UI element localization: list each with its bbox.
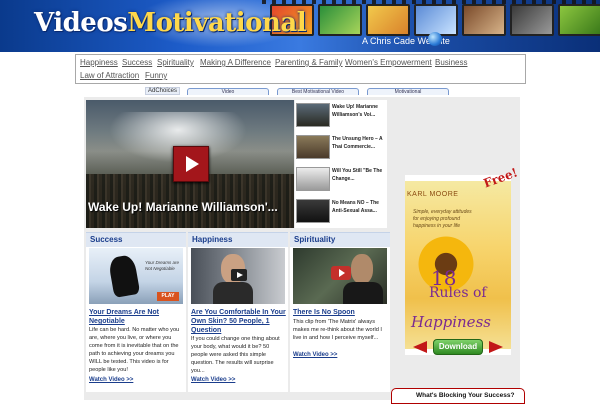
nav-link-funny[interactable]: Funny bbox=[145, 71, 167, 80]
video-title-link[interactable]: Your Dreams Are Not Negotiable bbox=[89, 308, 185, 326]
play-button[interactable] bbox=[173, 146, 209, 182]
nav-link-spirituality[interactable]: Spirituality bbox=[157, 58, 194, 67]
video-thumbnail[interactable] bbox=[293, 248, 387, 304]
book-title-end: Happiness bbox=[411, 313, 491, 331]
ad-tab-video[interactable]: Video bbox=[187, 88, 269, 95]
film-frame-3 bbox=[366, 4, 410, 36]
film-frame-7 bbox=[558, 4, 600, 36]
featured-list-item-title: No Means NO – The Anti-Sexual Assa... bbox=[332, 200, 379, 214]
video-title-link[interactable]: There Is No Spoon bbox=[293, 308, 389, 317]
person-face bbox=[351, 254, 373, 284]
category-nav: Happiness Success Spirituality Making A … bbox=[75, 54, 526, 84]
arrow-right-icon bbox=[489, 341, 503, 353]
video-thumbnail[interactable]: Your Dreams are Not Negotiable PLAY bbox=[89, 248, 183, 304]
download-button[interactable]: Download bbox=[433, 339, 483, 355]
blocking-success-title: What's Blocking Your Success? bbox=[416, 392, 515, 399]
video-thumbnail bbox=[296, 135, 330, 159]
video-thumbnail bbox=[296, 103, 330, 127]
person-body bbox=[213, 282, 253, 304]
book-cover: KARL MOORE Simple, everyday attitudes fo… bbox=[405, 181, 511, 349]
featured-list-item-title: Wake Up! Marianne Williamson's Voi... bbox=[332, 104, 378, 118]
category-title: Success bbox=[90, 235, 123, 244]
watch-video-link[interactable]: Watch Video >> bbox=[89, 377, 133, 383]
video-description: If you could change one thing about your… bbox=[191, 336, 280, 374]
play-icon bbox=[339, 269, 345, 277]
site-banner: VideosMotivational A Chris Cade Website bbox=[0, 0, 600, 52]
category-header[interactable]: Spirituality bbox=[290, 232, 390, 247]
play-badge[interactable]: PLAY bbox=[157, 292, 179, 301]
logo-word-videos: Videos bbox=[34, 8, 128, 38]
video-overlay-text: Your Dreams are Not Negotiable bbox=[145, 260, 180, 271]
play-button[interactable] bbox=[231, 269, 247, 281]
nav-link-happiness[interactable]: Happiness bbox=[80, 58, 118, 67]
blocking-success-box[interactable]: What's Blocking Your Success? bbox=[391, 388, 525, 404]
category-header[interactable]: Happiness bbox=[188, 232, 288, 247]
film-frame-5 bbox=[462, 4, 506, 36]
ad-tab-best-motivational-video[interactable]: Best Motivational Video bbox=[277, 88, 359, 95]
book-subtitle: Simple, everyday attitudes for enjoying … bbox=[413, 209, 472, 229]
play-button[interactable] bbox=[331, 266, 351, 280]
watch-video-link[interactable]: Watch Video >> bbox=[191, 377, 235, 383]
category-title: Happiness bbox=[192, 235, 233, 244]
book-title-line: Rules of bbox=[429, 285, 487, 301]
adchoices-label[interactable]: AdChoices bbox=[145, 87, 181, 95]
globe-icon bbox=[428, 32, 442, 46]
ad-tab-motivational[interactable]: Motivational bbox=[367, 88, 449, 95]
featured-list-item-title: The Unsung Hero – A Thai Commercie... bbox=[332, 136, 383, 150]
nav-link-business[interactable]: Business bbox=[435, 58, 467, 67]
nav-link-success[interactable]: Success bbox=[122, 58, 152, 67]
nav-link-law-of-attraction[interactable]: Law of Attraction bbox=[80, 71, 139, 80]
category-title: Spirituality bbox=[294, 235, 336, 244]
featured-video-title[interactable]: Wake Up! Marianne Williamson'... bbox=[88, 200, 278, 214]
nav-link-making-a-difference[interactable]: Making A Difference bbox=[200, 58, 271, 67]
nav-link-parenting-family[interactable]: Parenting & Family bbox=[275, 58, 343, 67]
video-thumbnail bbox=[296, 167, 330, 191]
category-column-happiness: Happiness Are You Comfortable In Your Ow… bbox=[188, 232, 288, 392]
film-frame-2 bbox=[318, 4, 362, 36]
category-column-spirituality: Spirituality There Is No Spoon This clip… bbox=[290, 232, 390, 392]
category-column-success: Success Your Dreams are Not Negotiable P… bbox=[86, 232, 186, 392]
play-icon bbox=[186, 156, 199, 172]
featured-video-list: Wake Up! Marianne Williamson's Voi... Th… bbox=[295, 100, 387, 228]
nav-link-womens-empowerment[interactable]: Women's Empowerment bbox=[345, 58, 432, 67]
site-logo[interactable]: VideosMotivational bbox=[34, 8, 307, 38]
video-description: This clip from 'The Matrix' always makes… bbox=[293, 319, 382, 341]
arrow-left-icon bbox=[413, 341, 427, 353]
watch-video-link[interactable]: Watch Video >> bbox=[293, 352, 337, 358]
featured-list-item[interactable]: Will You Still "Be The Change... bbox=[296, 164, 387, 194]
featured-list-item[interactable]: Wake Up! Marianne Williamson's Voi... bbox=[296, 100, 387, 130]
hand-silhouette bbox=[107, 254, 141, 298]
book-author: KARL MOORE bbox=[407, 191, 459, 198]
featured-list-item-title: Will You Still "Be The Change... bbox=[332, 168, 383, 182]
person-body bbox=[343, 282, 383, 304]
video-thumbnail[interactable] bbox=[191, 248, 285, 304]
category-header[interactable]: Success bbox=[86, 232, 186, 247]
featured-list-item[interactable]: No Means NO – The Anti-Sexual Assa... bbox=[296, 196, 387, 226]
video-title-link[interactable]: Are You Comfortable In Your Own Skin? 50… bbox=[191, 308, 287, 335]
featured-list-item[interactable]: The Unsung Hero – A Thai Commercie... bbox=[296, 132, 387, 162]
book-ad[interactable]: KARL MOORE Simple, everyday attitudes fo… bbox=[405, 165, 520, 355]
video-thumbnail bbox=[296, 199, 330, 223]
featured-video-player[interactable]: Wake Up! Marianne Williamson'... bbox=[86, 100, 294, 228]
video-description: Life can be hard. No matter who you are,… bbox=[89, 327, 180, 373]
logo-word-motivational: Motivational bbox=[127, 8, 307, 38]
play-icon bbox=[237, 272, 243, 278]
film-frame-6 bbox=[510, 4, 554, 36]
